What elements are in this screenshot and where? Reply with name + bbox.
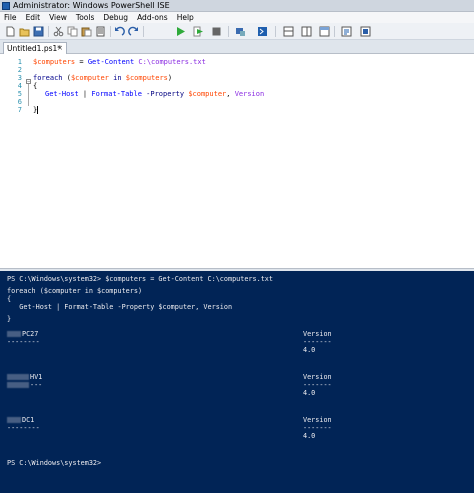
menu-tools[interactable]: Tools <box>76 12 94 23</box>
console-echo-line: Get-Host | Format-Table -Property $compu… <box>7 303 233 311</box>
version-underline: ------- <box>303 381 332 389</box>
line-number: 7 <box>17 106 22 114</box>
console-prompt-line: PS C:\Windows\system32> $computers = Get… <box>7 275 273 283</box>
code-line-4: { <box>33 82 38 90</box>
result-underline: -------- <box>7 338 40 346</box>
menu-add-ons[interactable]: Add-ons <box>137 12 168 23</box>
code-token: $computers <box>125 74 168 82</box>
version-value: 4.0 <box>303 346 316 354</box>
redo-icon[interactable] <box>128 26 139 37</box>
version-header: Version <box>303 416 332 424</box>
remote-icon[interactable] <box>235 26 246 37</box>
tab-label: Untitled1.ps1* <box>7 44 62 53</box>
code-token: -Property <box>141 90 189 98</box>
version-underline: ------- <box>303 338 332 346</box>
title-bar: Administrator: Windows PowerShell ISE <box>0 0 474 12</box>
redacted-text <box>7 382 29 388</box>
script-editor[interactable]: 1 2 3 4 5 6 7 − $computers = Get-Content… <box>0 54 474 268</box>
powershell-icon[interactable] <box>257 26 268 37</box>
result-header: HV1 <box>30 373 43 381</box>
console-prompt-line[interactable]: PS C:\Windows\system32> <box>7 459 101 467</box>
menu-bar: File Edit View Tools Debug Add-ons Help <box>0 12 474 23</box>
new-icon[interactable] <box>5 26 16 37</box>
open-icon[interactable] <box>19 26 30 37</box>
save-icon[interactable] <box>33 26 44 37</box>
window-title: Administrator: Windows PowerShell ISE <box>13 1 170 10</box>
copy-icon[interactable] <box>67 26 78 37</box>
version-header: Version <box>303 373 332 381</box>
code-token: Get-Host <box>45 90 79 98</box>
show-command-icon[interactable] <box>341 26 352 37</box>
version-value: 4.0 <box>303 432 316 440</box>
toolbar <box>0 23 474 40</box>
clear-icon[interactable] <box>95 26 106 37</box>
result-header: PC27 <box>22 330 39 338</box>
result-underline: --- <box>30 381 43 389</box>
version-value: 4.0 <box>303 389 316 397</box>
line-number: 1 <box>17 58 22 66</box>
text-caret <box>37 106 39 114</box>
code-token: = <box>75 58 88 66</box>
code-token: C:\computers.txt <box>134 58 206 66</box>
code-token: $computers <box>33 58 76 66</box>
menu-view[interactable]: View <box>49 12 67 23</box>
console-echo-line: foreach ($computer in $computers) <box>7 287 143 295</box>
code-token: $computer <box>70 74 109 82</box>
code-token: ) <box>167 74 173 82</box>
code-token: in <box>108 74 126 82</box>
pane-right-icon[interactable] <box>301 26 312 37</box>
code-token: foreach <box>33 74 63 82</box>
result-underline: -------- <box>7 424 40 432</box>
undo-icon[interactable] <box>114 26 125 37</box>
console-echo-line: } <box>7 315 12 323</box>
pane-max-icon[interactable] <box>319 26 330 37</box>
powershell-app-icon <box>2 2 10 10</box>
code-token: $computer <box>188 90 227 98</box>
code-token: Format-Table <box>91 90 142 98</box>
menu-debug[interactable]: Debug <box>103 12 128 23</box>
redacted-text <box>7 374 29 380</box>
menu-help[interactable]: Help <box>177 12 194 23</box>
paste-icon[interactable] <box>81 26 92 37</box>
run-icon[interactable] <box>175 26 186 37</box>
stop-icon[interactable] <box>211 26 222 37</box>
code-line-7: } <box>33 106 39 114</box>
line-number: 4 <box>17 82 22 90</box>
pane-top-icon[interactable] <box>283 26 294 37</box>
code-token: , <box>226 90 235 98</box>
line-number: 2 <box>17 66 22 74</box>
redacted-text <box>7 331 21 337</box>
version-header: Version <box>303 330 332 338</box>
code-token: ( <box>62 74 71 82</box>
tab-untitled1[interactable]: Untitled1.ps1* × <box>3 42 67 54</box>
run-selection-icon[interactable] <box>193 26 204 37</box>
cut-icon[interactable] <box>53 26 64 37</box>
code-token: | <box>78 90 92 98</box>
menu-file[interactable]: File <box>4 12 17 23</box>
console-echo-line: { <box>7 295 12 303</box>
line-number: 6 <box>17 98 22 106</box>
code-line-3: foreach ($computer in $computers) <box>33 74 172 82</box>
code-line-1: $computers = Get-Content C:\computers.tx… <box>33 58 206 66</box>
version-underline: ------- <box>303 424 332 432</box>
line-number: 3 <box>17 74 22 82</box>
menu-edit[interactable]: Edit <box>26 12 41 23</box>
fold-guide <box>28 84 29 106</box>
addon-icon[interactable] <box>360 26 371 37</box>
script-tab-strip: Untitled1.ps1* × <box>0 40 474 54</box>
line-number-gutter: 1 2 3 4 5 6 7 <box>0 54 23 268</box>
result-header: DC1 <box>22 416 35 424</box>
console-pane[interactable]: PS C:\Windows\system32> $computers = Get… <box>0 271 474 493</box>
redacted-text <box>7 417 21 423</box>
close-icon[interactable]: × <box>57 43 63 54</box>
code-token: Get-Content <box>87 58 135 66</box>
code-line-5: Get-Host | Format-Table -Property $compu… <box>45 90 264 98</box>
code-token: Version <box>234 90 265 98</box>
line-number: 5 <box>17 90 22 98</box>
